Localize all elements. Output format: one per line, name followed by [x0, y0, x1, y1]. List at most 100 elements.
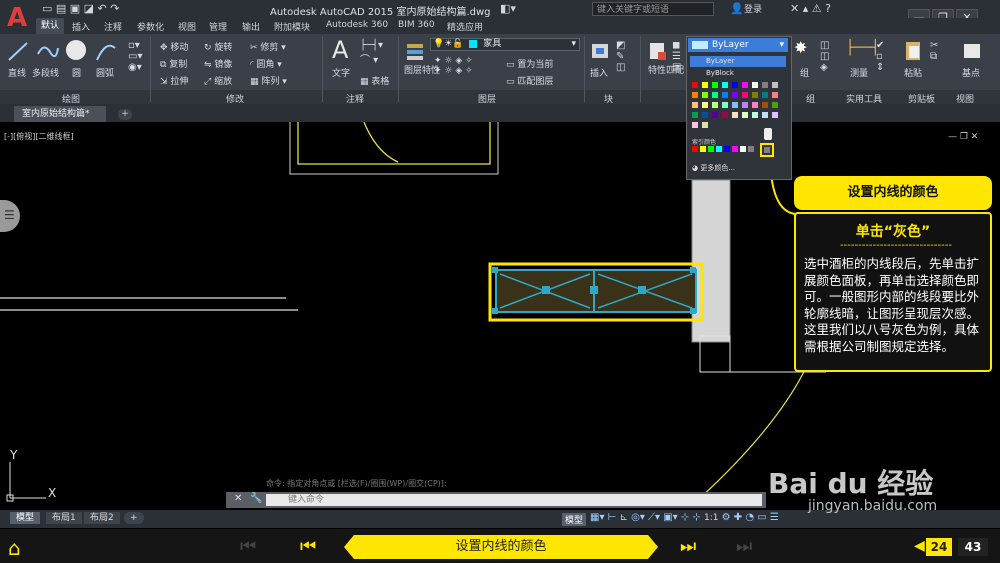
- move-button[interactable]: ✥ 移动: [160, 40, 188, 53]
- color-palette-grid[interactable]: [692, 82, 784, 134]
- search-input[interactable]: 键入关键字或短语: [592, 2, 714, 16]
- color-swatch[interactable]: [702, 122, 708, 128]
- tab-parametric[interactable]: 参数化: [137, 20, 164, 33]
- trim-button[interactable]: ✂ 修剪 ▾: [250, 40, 286, 53]
- standard-color-swatch[interactable]: [716, 146, 722, 152]
- paste-icon[interactable]: [902, 40, 926, 62]
- set-current-button[interactable]: ▭ 置为当前: [506, 57, 553, 70]
- color-swatch[interactable]: [692, 102, 698, 108]
- color-swatch[interactable]: [742, 92, 748, 98]
- block-tools-icons[interactable]: ◩ ✎ ◫: [616, 40, 625, 73]
- standard-color-swatch[interactable]: [692, 146, 698, 152]
- standard-color-swatch[interactable]: [748, 146, 754, 152]
- standard-color-swatch[interactable]: [700, 146, 706, 152]
- measure-icon[interactable]: ├──┤: [846, 40, 880, 56]
- color-swatch[interactable]: [772, 112, 778, 118]
- paste-button[interactable]: 粘贴: [904, 66, 922, 79]
- base-button[interactable]: 基点: [962, 66, 980, 79]
- standard-color-row[interactable]: [692, 146, 762, 154]
- color-swatch[interactable]: [732, 82, 738, 88]
- close-icon[interactable]: ✕: [234, 493, 242, 504]
- color-swatch[interactable]: [692, 122, 698, 128]
- new-layout-button[interactable]: +: [124, 512, 144, 524]
- color-swatch[interactable]: [702, 102, 708, 108]
- color-swatch[interactable]: [772, 92, 778, 98]
- document-tab[interactable]: 室内原始结构篇*: [14, 106, 106, 122]
- workspace-switch-icon[interactable]: ◧▾: [500, 2, 516, 15]
- color-swatch[interactable]: [762, 112, 768, 118]
- new-tab-button[interactable]: +: [118, 109, 132, 120]
- prev-page-icon[interactable]: ⏮: [300, 536, 316, 557]
- layer-tool-icons[interactable]: ✦ ☼ ◈ ✧ ✦ ☼ ◈ ✧: [434, 56, 473, 76]
- color-swatch[interactable]: [712, 92, 718, 98]
- color-swatch[interactable]: [702, 92, 708, 98]
- tab-view[interactable]: 视图: [178, 20, 196, 33]
- color-swatch[interactable]: [712, 82, 718, 88]
- rotate-button[interactable]: ↻ 旋转: [204, 40, 232, 53]
- color-swatch[interactable]: [752, 102, 758, 108]
- color-swatch[interactable]: [752, 112, 758, 118]
- home-icon[interactable]: ⌂: [8, 536, 21, 560]
- copy-button[interactable]: ⧉ 复制: [160, 57, 187, 70]
- color-swatch[interactable]: [742, 82, 748, 88]
- next-page-icon[interactable]: ⏭: [680, 536, 696, 557]
- standard-color-swatch[interactable]: [740, 146, 746, 152]
- last-page-icon[interactable]: ⏭: [736, 536, 752, 557]
- color-swatch[interactable]: [772, 82, 778, 88]
- open-icon[interactable]: ▭ ▤ ▣ ◪ ↶ ↷: [42, 2, 120, 15]
- match-layer-button[interactable]: ▭ 匹配图层: [506, 74, 553, 87]
- layer-dropdown[interactable]: 💡☀🔓 家具 ▾: [430, 38, 580, 51]
- color-swatch[interactable]: [762, 92, 768, 98]
- color-swatch[interactable]: [742, 112, 748, 118]
- standard-color-swatch[interactable]: [732, 146, 738, 152]
- scale-button[interactable]: ⤢ 缩放: [204, 74, 232, 87]
- tab-layout2[interactable]: 布局2: [84, 512, 120, 524]
- color-swatch[interactable]: [722, 92, 728, 98]
- color-swatch[interactable]: [692, 112, 698, 118]
- color-swatch[interactable]: [712, 112, 718, 118]
- draw-extra-icons[interactable]: ▫▾ ▭▾ ◉▾: [128, 40, 142, 73]
- help-tools-icon[interactable]: ✕ ▴ ⚠ ?: [790, 2, 831, 15]
- tab-layout1[interactable]: 布局1: [46, 512, 82, 524]
- measure-button[interactable]: 测量: [850, 66, 868, 79]
- text-button[interactable]: 文字: [332, 66, 350, 79]
- group-icon[interactable]: ✸: [794, 38, 807, 57]
- tab-addins[interactable]: 附加模块: [274, 20, 310, 33]
- tab-bim360[interactable]: BIM 360: [398, 20, 435, 30]
- group-button[interactable]: 组: [800, 66, 809, 79]
- color-swatch[interactable]: [752, 82, 758, 88]
- tab-output[interactable]: 输出: [242, 20, 260, 33]
- viewport-controls[interactable]: [-][俯视][二维线框]: [4, 131, 74, 142]
- array-button[interactable]: ▦ 阵列 ▾: [250, 74, 287, 87]
- color-option-byblock[interactable]: ByBlock: [690, 68, 786, 79]
- color-swatch[interactable]: [692, 82, 698, 88]
- color-swatch[interactable]: [742, 102, 748, 108]
- first-page-icon[interactable]: ⏮: [240, 536, 256, 557]
- arc-icon[interactable]: [94, 40, 118, 62]
- utility-tools-icons[interactable]: ✔ ▫ ⇕: [876, 40, 884, 73]
- color-swatch[interactable]: [762, 102, 768, 108]
- tab-featured[interactable]: 精选应用: [447, 20, 483, 33]
- match-properties-icon[interactable]: [646, 40, 670, 62]
- login-link[interactable]: 登录: [744, 2, 762, 15]
- color-swatch[interactable]: [772, 102, 778, 108]
- text-icon[interactable]: A: [332, 36, 348, 64]
- tab-default[interactable]: 默认: [36, 18, 65, 34]
- gray-8-highlight[interactable]: [760, 143, 774, 157]
- standard-color-swatch[interactable]: [708, 146, 714, 152]
- color-option-bylayer[interactable]: ByLayer: [690, 56, 786, 67]
- standard-color-swatch[interactable]: [724, 146, 730, 152]
- line-icon[interactable]: [6, 40, 30, 62]
- color-swatch[interactable]: [732, 102, 738, 108]
- color-swatch[interactable]: [702, 112, 708, 118]
- color-swatch[interactable]: [722, 112, 728, 118]
- color-swatch[interactable]: [732, 92, 738, 98]
- tab-model[interactable]: 模型: [10, 512, 41, 524]
- viewport-window-controls[interactable]: — ❐ ✕: [948, 132, 978, 142]
- color-swatch[interactable]: [732, 112, 738, 118]
- color-swatch[interactable]: [712, 102, 718, 108]
- color-swatch[interactable]: [722, 102, 728, 108]
- insert-block-icon[interactable]: [588, 40, 612, 62]
- line-button[interactable]: 直线: [8, 66, 26, 79]
- arc-button[interactable]: 圆弧: [96, 66, 114, 79]
